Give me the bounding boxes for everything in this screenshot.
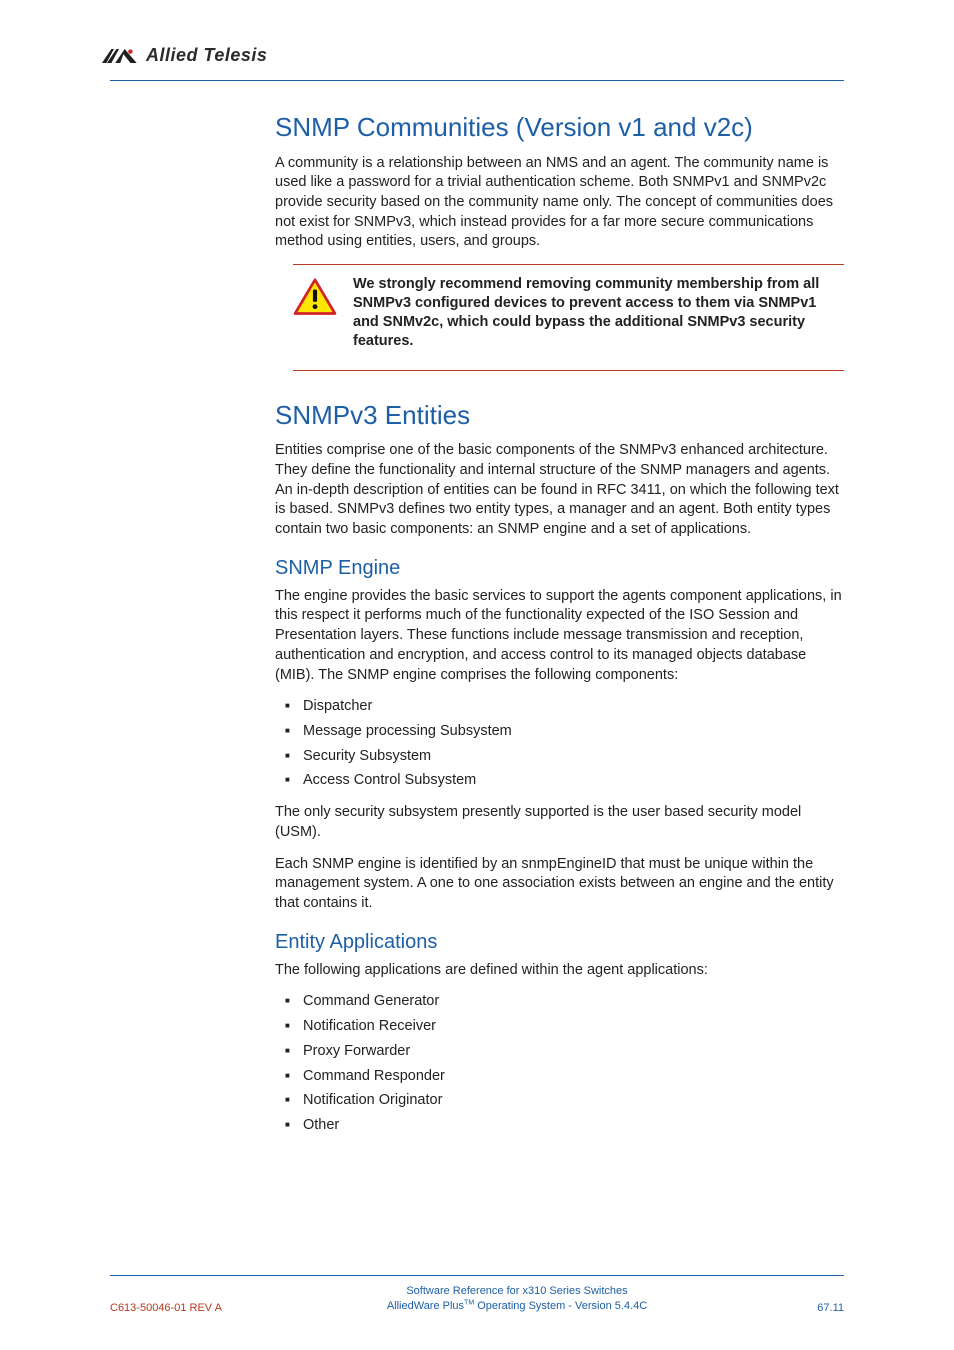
list-item: Proxy Forwarder — [303, 1042, 844, 1062]
footer-line2: AlliedWare PlusTM Operating System - Ver… — [250, 1299, 784, 1314]
paragraph-engine-id: Each SNMP engine is identified by an snm… — [275, 855, 844, 914]
list-item: Command Responder — [303, 1067, 844, 1087]
brand-logo-icon — [100, 46, 138, 66]
footer-rule — [110, 1275, 844, 1276]
list-entity-applications: Command Generator Notification Receiver … — [275, 992, 844, 1135]
warning-text: We strongly recommend removing community… — [353, 275, 844, 352]
footer-line1: Software Reference for x310 Series Switc… — [250, 1284, 784, 1299]
list-item: Security Subsystem — [303, 747, 844, 767]
heading-snmpv3-entities: SNMPv3 Entities — [275, 399, 844, 432]
list-item: Command Generator — [303, 992, 844, 1012]
list-item: Notification Receiver — [303, 1017, 844, 1037]
page-footer: C613-50046-01 REV A Software Reference f… — [110, 1275, 844, 1314]
heading-snmp-engine: SNMP Engine — [275, 556, 844, 581]
paragraph-snmpv3-entities: Entities comprise one of the basic compo… — [275, 441, 844, 540]
list-item: Notification Originator — [303, 1091, 844, 1111]
paragraph-snmp-engine: The engine provides the basic services t… — [275, 587, 844, 686]
list-item: Message processing Subsystem — [303, 722, 844, 742]
brand-name: Allied Telesis — [146, 45, 267, 66]
brand-header: Allied Telesis — [100, 45, 844, 66]
warning-callout: We strongly recommend removing community… — [293, 264, 844, 371]
heading-entity-applications: Entity Applications — [275, 930, 844, 955]
footer-page-number: 67.11 — [784, 1302, 844, 1314]
header-rule — [110, 80, 844, 81]
heading-snmp-communities: SNMP Communities (Version v1 and v2c) — [275, 111, 844, 144]
paragraph-snmp-communities: A community is a relationship between an… — [275, 154, 844, 253]
footer-center: Software Reference for x310 Series Switc… — [250, 1284, 784, 1314]
paragraph-entity-applications: The following applications are defined w… — [275, 961, 844, 981]
list-item: Dispatcher — [303, 697, 844, 717]
warning-icon — [293, 277, 337, 317]
paragraph-usm-note: The only security subsystem presently su… — [275, 803, 844, 842]
list-item: Other — [303, 1116, 844, 1136]
list-item: Access Control Subsystem — [303, 771, 844, 791]
list-snmp-engine-components: Dispatcher Message processing Subsystem … — [275, 697, 844, 791]
footer-revision: C613-50046-01 REV A — [110, 1302, 250, 1314]
